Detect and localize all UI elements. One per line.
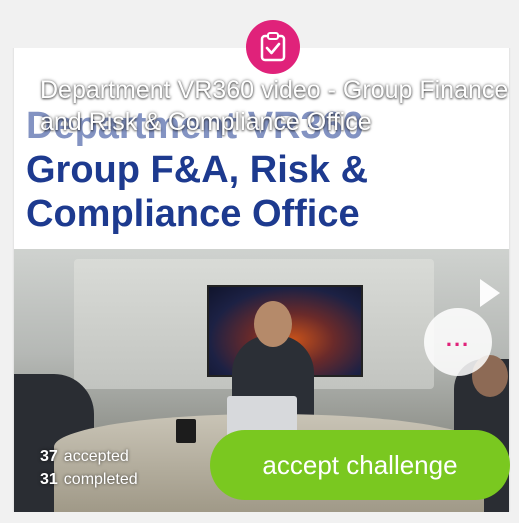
accepted-stat: 37 accepted — [40, 445, 138, 468]
play-arrow-icon[interactable] — [480, 279, 500, 307]
video-title: Department VR360 video - Group Finance a… — [40, 76, 509, 136]
bottom-background — [0, 512, 519, 523]
slide-title-line-3: Compliance Office — [26, 193, 360, 235]
accepted-count: 37 — [40, 448, 58, 465]
challenge-badge — [246, 20, 300, 74]
slide-title-line-2: Group F&A, Risk & — [26, 149, 369, 191]
completed-stat: 31 completed — [40, 468, 138, 491]
ellipsis-icon: ... — [445, 326, 471, 351]
more-options-button[interactable]: ... — [424, 308, 492, 376]
completed-count: 31 — [40, 471, 58, 488]
clipboard-check-icon — [260, 32, 286, 62]
person-center-head — [254, 301, 292, 347]
mug — [176, 419, 196, 443]
challenge-stats: 37 accepted 31 completed — [40, 445, 138, 491]
accept-challenge-button[interactable]: accept challenge — [210, 430, 510, 500]
accepted-label: accepted — [63, 448, 129, 465]
completed-label: completed — [63, 471, 138, 488]
